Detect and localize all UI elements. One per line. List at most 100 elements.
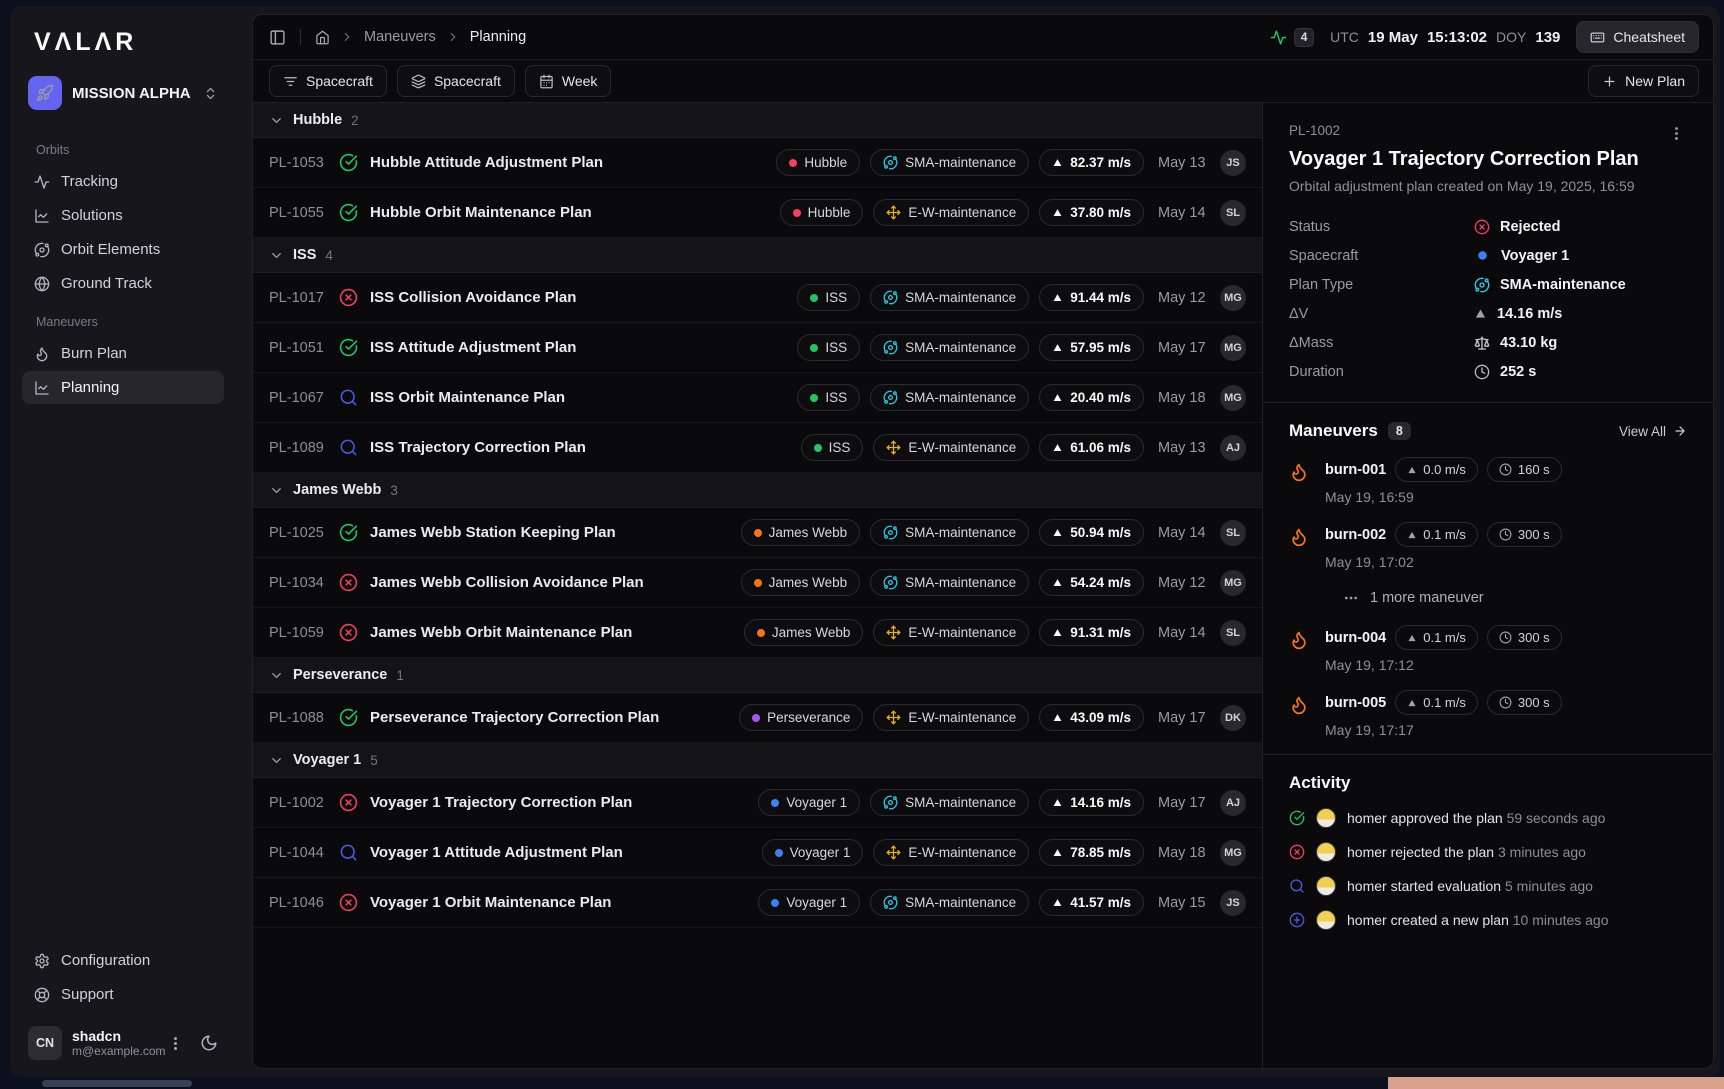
plan-row[interactable]: PL-1044Voyager 1 Attitude Adjustment Pla… xyxy=(253,828,1262,878)
burn-item[interactable]: burn-0010.0 m/s160 sMay 19, 16:59 xyxy=(1289,457,1687,505)
sidebar-item-planning[interactable]: Planning xyxy=(22,371,224,404)
nav-group-label: Orbits xyxy=(10,129,236,164)
alerts-indicator[interactable]: 4 xyxy=(1270,28,1314,47)
group-header-voyager-1[interactable]: Voyager 15 xyxy=(253,743,1262,778)
field-value: SMA-maintenance xyxy=(1474,277,1626,293)
plan-date: May 13 xyxy=(1158,155,1210,171)
plan-row[interactable]: PL-1067ISS Orbit Maintenance PlanISSSMA-… xyxy=(253,373,1262,423)
background-window-fragment xyxy=(1388,1077,1724,1089)
group-header-james-webb[interactable]: James Webb3 xyxy=(253,473,1262,508)
spacecraft-badge: Hubble xyxy=(776,149,860,176)
topbar-separator xyxy=(300,29,301,45)
detail-description: Orbital adjustment plan created on May 1… xyxy=(1289,178,1687,194)
sidebar-toggle-button[interactable] xyxy=(269,29,286,46)
chevrons-up-down-icon xyxy=(203,86,218,101)
x-circle-icon xyxy=(339,623,358,642)
new-plan-button[interactable]: New Plan xyxy=(1588,65,1699,97)
filter-button-spacecraft[interactable]: Spacecraft xyxy=(397,65,515,97)
detail-plan-id: PL-1002 xyxy=(1289,123,1340,138)
breadcrumb-maneuvers[interactable]: Maneuvers xyxy=(364,29,436,45)
activity-item: homer rejected the plan 3 minutes ago xyxy=(1289,842,1687,862)
plan-id: PL-1067 xyxy=(269,390,327,406)
view-all-link[interactable]: View All xyxy=(1619,424,1687,439)
user-email: m@example.com xyxy=(72,1044,157,1058)
more-maneuvers-link[interactable]: 1 more maneuver xyxy=(1343,590,1687,606)
plan-type-badge: E-W-maintenance xyxy=(873,704,1029,731)
detail-field: ΔV14.16 m/s xyxy=(1289,299,1687,328)
activity-text: homer rejected the plan 3 minutes ago xyxy=(1347,844,1586,860)
plan-row[interactable]: PL-1088Perseverance Trajectory Correctio… xyxy=(253,693,1262,743)
topbar: Maneuvers Planning 4 UTC 19 May 15:13:02… xyxy=(253,15,1713,60)
sidebar-item-configuration[interactable]: Configuration xyxy=(22,944,224,977)
plan-row[interactable]: PL-1053Hubble Attitude Adjustment PlanHu… xyxy=(253,138,1262,188)
toolbar: Spacecraft Spacecraft Week New Plan xyxy=(253,60,1713,103)
panel-left-icon[interactable] xyxy=(269,29,286,46)
plan-row[interactable]: PL-1059James Webb Orbit Maintenance Plan… xyxy=(253,608,1262,658)
filter-button-spacecraft[interactable]: Spacecraft xyxy=(269,65,387,97)
group-header-hubble[interactable]: Hubble2 xyxy=(253,103,1262,138)
group-header-perseverance[interactable]: Perseverance1 xyxy=(253,658,1262,693)
group-header-iss[interactable]: ISS4 xyxy=(253,238,1262,273)
cheatsheet-button[interactable]: Cheatsheet xyxy=(1576,21,1699,53)
sidebar-item-tracking[interactable]: Tracking xyxy=(22,165,224,198)
triangle-icon xyxy=(1052,712,1063,723)
spacecraft-dot xyxy=(757,629,765,637)
group-count: 5 xyxy=(370,753,378,768)
detail-kebab-menu[interactable] xyxy=(1666,123,1687,144)
status-rejected xyxy=(339,288,358,307)
activity-time: 10 minutes ago xyxy=(1513,912,1609,928)
plan-row[interactable]: PL-1089ISS Trajectory Correction PlanISS… xyxy=(253,423,1262,473)
burn-item[interactable]: burn-0050.1 m/s300 sMay 19, 17:17 xyxy=(1289,690,1687,738)
keyboard-icon xyxy=(1590,30,1605,45)
flame-icon xyxy=(1289,630,1309,650)
spacecraft-badge: ISS xyxy=(797,334,860,361)
user-menu[interactable]: CN shadcn m@example.com xyxy=(22,1021,224,1065)
mission-switcher[interactable]: MISSION ALPHA xyxy=(20,71,226,115)
detail-field: ΔMass43.10 kg xyxy=(1289,328,1687,357)
flame-icon-wrap xyxy=(1289,522,1309,570)
sidebar-item-orbit-elements[interactable]: Orbit Elements xyxy=(22,233,224,266)
actor-avatar xyxy=(1316,876,1336,896)
sidebar-item-support[interactable]: Support xyxy=(22,978,224,1011)
orbit-icon xyxy=(883,525,898,540)
ellipsis-icon xyxy=(1343,590,1359,606)
status-evaluation xyxy=(339,843,358,862)
sidebar-item-burn-plan[interactable]: Burn Plan xyxy=(22,337,224,370)
dark-mode-toggle[interactable] xyxy=(200,1034,218,1052)
plan-row[interactable]: PL-1046Voyager 1 Orbit Maintenance PlanV… xyxy=(253,878,1262,928)
breadcrumb-planning: Planning xyxy=(470,29,526,45)
plan-name: Voyager 1 Trajectory Correction Plan xyxy=(370,794,632,811)
plan-row[interactable]: PL-1017ISS Collision Avoidance PlanISSSM… xyxy=(253,273,1262,323)
kebab-icon[interactable] xyxy=(1668,125,1685,142)
detail-field: StatusRejected xyxy=(1289,212,1687,241)
plan-row[interactable]: PL-1034James Webb Collision Avoidance Pl… xyxy=(253,558,1262,608)
triangle-icon xyxy=(1052,392,1063,403)
plan-row[interactable]: PL-1002Voyager 1 Trajectory Correction P… xyxy=(253,778,1262,828)
delta-v-badge: 91.31 m/s xyxy=(1039,619,1144,646)
alerts-count-badge: 4 xyxy=(1294,28,1314,47)
filter-button-week[interactable]: Week xyxy=(525,65,612,97)
burn-item[interactable]: burn-0040.1 m/s300 sMay 19, 17:12 xyxy=(1289,625,1687,673)
burn-delta-v-badge: 0.1 m/s xyxy=(1395,522,1478,547)
chevron-right-icon xyxy=(340,30,354,44)
home-breadcrumb-icon[interactable] xyxy=(315,30,330,45)
burn-item[interactable]: burn-0020.1 m/s300 sMay 19, 17:02 xyxy=(1289,522,1687,570)
plan-date: May 15 xyxy=(1158,895,1210,911)
sidebar-item-label: Configuration xyxy=(61,952,150,969)
plan-row[interactable]: PL-1025James Webb Station Keeping PlanJa… xyxy=(253,508,1262,558)
burn-name: burn-005 xyxy=(1325,695,1386,711)
spacecraft-badge: Voyager 1 xyxy=(758,889,860,916)
home-icon[interactable] xyxy=(315,30,330,45)
plan-row[interactable]: PL-1055Hubble Orbit Maintenance PlanHubb… xyxy=(253,188,1262,238)
plan-date: May 13 xyxy=(1158,440,1210,456)
burn-list: burn-0010.0 m/s160 sMay 19, 16:59 burn-00… xyxy=(1289,457,1687,738)
spacecraft-badge: Voyager 1 xyxy=(762,839,864,866)
kebab-menu-icon[interactable] xyxy=(167,1035,184,1052)
clock-time: 15:13:02 xyxy=(1427,29,1487,46)
activity-time: 59 seconds ago xyxy=(1507,810,1606,826)
plan-row[interactable]: PL-1051ISS Attitude Adjustment PlanISSSM… xyxy=(253,323,1262,373)
detail-fields: StatusRejectedSpacecraftVoyager 1Plan Ty… xyxy=(1289,212,1687,386)
sidebar-item-ground-track[interactable]: Ground Track xyxy=(22,267,224,300)
plan-name: ISS Collision Avoidance Plan xyxy=(370,289,576,306)
sidebar-item-solutions[interactable]: Solutions xyxy=(22,199,224,232)
